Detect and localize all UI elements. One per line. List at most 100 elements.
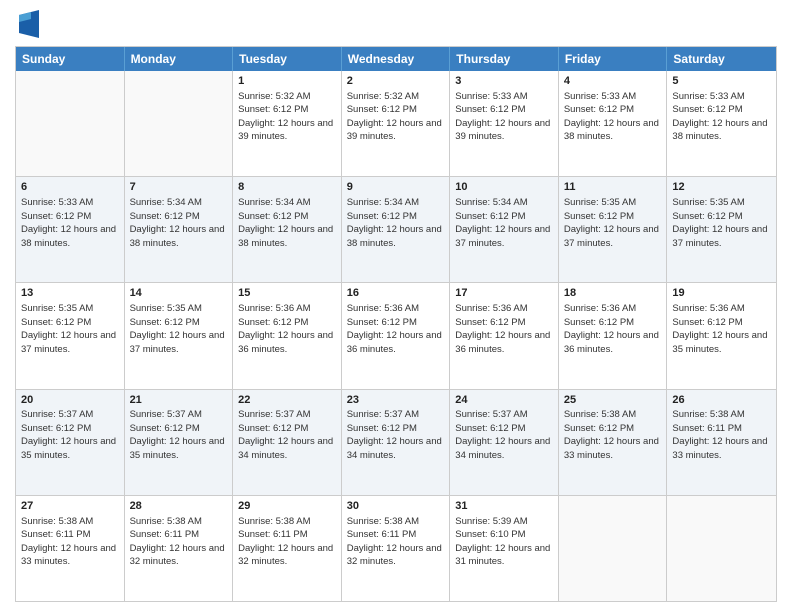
cell-details: Sunrise: 5:34 AM Sunset: 6:12 PM Dayligh…: [238, 197, 336, 249]
calendar-cell: 10 Sunrise: 5:34 AM Sunset: 6:12 PM Dayli…: [450, 177, 559, 282]
calendar-cell: 1 Sunrise: 5:32 AM Sunset: 6:12 PM Daylig…: [233, 71, 342, 176]
calendar-cell: 24Sunrise: 5:37 AM Sunset: 6:12 PM Dayli…: [450, 390, 559, 495]
calendar-cell: 6Sunrise: 5:33 AM Sunset: 6:12 PM Daylig…: [16, 177, 125, 282]
day-number: 16: [347, 286, 445, 301]
calendar-cell: 26Sunrise: 5:38 AM Sunset: 6:11 PM Dayli…: [667, 390, 776, 495]
calendar-cell: [667, 496, 776, 601]
day-number: 24: [455, 393, 553, 408]
logo: [15, 10, 39, 38]
cell-details: Sunrise: 5:32 AM Sunset: 6:12 PM Dayligh…: [347, 91, 445, 143]
weekday-header: Thursday: [450, 47, 559, 71]
calendar-cell: 7 Sunrise: 5:34 AM Sunset: 6:12 PM Daylig…: [125, 177, 234, 282]
cell-details: Sunrise: 5:34 AM Sunset: 6:12 PM Dayligh…: [130, 197, 228, 249]
day-number: 25: [564, 393, 662, 408]
cell-details: Sunrise: 5:39 AM Sunset: 6:10 PM Dayligh…: [455, 516, 553, 568]
day-number: 7: [130, 180, 228, 195]
calendar-cell: 2 Sunrise: 5:32 AM Sunset: 6:12 PM Daylig…: [342, 71, 451, 176]
calendar-cell: 21Sunrise: 5:37 AM Sunset: 6:12 PM Dayli…: [125, 390, 234, 495]
calendar-cell: 17 Sunrise: 5:36 AM Sunset: 6:12 PM Dayli…: [450, 283, 559, 388]
calendar-cell: 25Sunrise: 5:38 AM Sunset: 6:12 PM Dayli…: [559, 390, 668, 495]
calendar-row: 1 Sunrise: 5:32 AM Sunset: 6:12 PM Daylig…: [16, 71, 776, 177]
day-number: 12: [672, 180, 771, 195]
cell-details: Sunrise: 5:37 AM Sunset: 6:12 PM Dayligh…: [21, 409, 119, 461]
cell-details: Sunrise: 5:32 AM Sunset: 6:12 PM Dayligh…: [238, 91, 336, 143]
cell-details: Sunrise: 5:38 AM Sunset: 6:12 PM Dayligh…: [564, 409, 662, 461]
day-number: 28: [130, 499, 228, 514]
cell-details: Sunrise: 5:37 AM Sunset: 6:12 PM Dayligh…: [130, 409, 228, 461]
cell-details: Sunrise: 5:33 AM Sunset: 6:12 PM Dayligh…: [672, 91, 770, 143]
calendar-cell: 4Sunrise: 5:33 AM Sunset: 6:12 PM Daylig…: [559, 71, 668, 176]
day-number: 18: [564, 286, 662, 301]
day-number: 5: [672, 74, 771, 89]
calendar-cell: 11 Sunrise: 5:35 AM Sunset: 6:12 PM Dayli…: [559, 177, 668, 282]
calendar-cell: 30 Sunrise: 5:38 AM Sunset: 6:11 PM Dayli…: [342, 496, 451, 601]
day-number: 26: [672, 393, 771, 408]
calendar-row: 6Sunrise: 5:33 AM Sunset: 6:12 PM Daylig…: [16, 177, 776, 283]
calendar-cell: 18 Sunrise: 5:36 AM Sunset: 6:12 PM Dayli…: [559, 283, 668, 388]
weekday-header: Saturday: [667, 47, 776, 71]
day-number: 19: [672, 286, 771, 301]
day-number: 2: [347, 74, 445, 89]
calendar: SundayMondayTuesdayWednesdayThursdayFrid…: [15, 46, 777, 602]
calendar-cell: 28 Sunrise: 5:38 AM Sunset: 6:11 PM Dayli…: [125, 496, 234, 601]
cell-details: Sunrise: 5:33 AM Sunset: 6:12 PM Dayligh…: [21, 197, 119, 249]
logo-icon: [19, 10, 39, 38]
cell-details: Sunrise: 5:38 AM Sunset: 6:11 PM Dayligh…: [130, 516, 228, 568]
calendar-cell: 9 Sunrise: 5:34 AM Sunset: 6:12 PM Daylig…: [342, 177, 451, 282]
cell-details: Sunrise: 5:36 AM Sunset: 6:12 PM Dayligh…: [238, 303, 336, 355]
day-number: 15: [238, 286, 336, 301]
cell-details: Sunrise: 5:37 AM Sunset: 6:12 PM Dayligh…: [347, 409, 445, 461]
cell-details: Sunrise: 5:36 AM Sunset: 6:12 PM Dayligh…: [455, 303, 553, 355]
cell-details: Sunrise: 5:34 AM Sunset: 6:12 PM Dayligh…: [455, 197, 553, 249]
day-number: 9: [347, 180, 445, 195]
day-number: 22: [238, 393, 336, 408]
page: SundayMondayTuesdayWednesdayThursdayFrid…: [0, 0, 792, 612]
day-number: 29: [238, 499, 336, 514]
calendar-cell: 15 Sunrise: 5:36 AM Sunset: 6:12 PM Dayli…: [233, 283, 342, 388]
day-number: 20: [21, 393, 119, 408]
calendar-cell: 29 Sunrise: 5:38 AM Sunset: 6:11 PM Dayli…: [233, 496, 342, 601]
header: [15, 10, 777, 38]
day-number: 10: [455, 180, 553, 195]
calendar-cell: 12 Sunrise: 5:35 AM Sunset: 6:12 PM Dayli…: [667, 177, 776, 282]
calendar-body: 1 Sunrise: 5:32 AM Sunset: 6:12 PM Daylig…: [16, 71, 776, 601]
cell-details: Sunrise: 5:34 AM Sunset: 6:12 PM Dayligh…: [347, 197, 445, 249]
calendar-row: 20Sunrise: 5:37 AM Sunset: 6:12 PM Dayli…: [16, 390, 776, 496]
calendar-cell: 14Sunrise: 5:35 AM Sunset: 6:12 PM Dayli…: [125, 283, 234, 388]
day-number: 17: [455, 286, 553, 301]
cell-details: Sunrise: 5:36 AM Sunset: 6:12 PM Dayligh…: [564, 303, 662, 355]
weekday-header: Monday: [125, 47, 234, 71]
cell-details: Sunrise: 5:36 AM Sunset: 6:12 PM Dayligh…: [347, 303, 445, 355]
cell-details: Sunrise: 5:36 AM Sunset: 6:12 PM Dayligh…: [672, 303, 770, 355]
cell-details: Sunrise: 5:35 AM Sunset: 6:12 PM Dayligh…: [21, 303, 119, 355]
weekday-header: Tuesday: [233, 47, 342, 71]
cell-details: Sunrise: 5:33 AM Sunset: 6:12 PM Dayligh…: [564, 91, 662, 143]
cell-details: Sunrise: 5:37 AM Sunset: 6:12 PM Dayligh…: [455, 409, 553, 461]
day-number: 21: [130, 393, 228, 408]
cell-details: Sunrise: 5:38 AM Sunset: 6:11 PM Dayligh…: [21, 516, 119, 568]
weekday-header: Wednesday: [342, 47, 451, 71]
cell-details: Sunrise: 5:35 AM Sunset: 6:12 PM Dayligh…: [564, 197, 662, 249]
day-number: 1: [238, 74, 336, 89]
cell-details: Sunrise: 5:35 AM Sunset: 6:12 PM Dayligh…: [130, 303, 228, 355]
calendar-cell: 27 Sunrise: 5:38 AM Sunset: 6:11 PM Dayli…: [16, 496, 125, 601]
cell-details: Sunrise: 5:38 AM Sunset: 6:11 PM Dayligh…: [238, 516, 336, 568]
calendar-cell: 3 Sunrise: 5:33 AM Sunset: 6:12 PM Daylig…: [450, 71, 559, 176]
cell-details: Sunrise: 5:35 AM Sunset: 6:12 PM Dayligh…: [672, 197, 770, 249]
calendar-cell: 8Sunrise: 5:34 AM Sunset: 6:12 PM Daylig…: [233, 177, 342, 282]
calendar-cell: 31 Sunrise: 5:39 AM Sunset: 6:10 PM Dayli…: [450, 496, 559, 601]
calendar-cell: 22Sunrise: 5:37 AM Sunset: 6:12 PM Dayli…: [233, 390, 342, 495]
day-number: 3: [455, 74, 553, 89]
cell-details: Sunrise: 5:33 AM Sunset: 6:12 PM Dayligh…: [455, 91, 553, 143]
calendar-cell: 19 Sunrise: 5:36 AM Sunset: 6:12 PM Dayli…: [667, 283, 776, 388]
calendar-header: SundayMondayTuesdayWednesdayThursdayFrid…: [16, 47, 776, 71]
cell-details: Sunrise: 5:38 AM Sunset: 6:11 PM Dayligh…: [347, 516, 445, 568]
weekday-header: Sunday: [16, 47, 125, 71]
day-number: 31: [455, 499, 553, 514]
day-number: 11: [564, 180, 662, 195]
calendar-row: 27 Sunrise: 5:38 AM Sunset: 6:11 PM Dayli…: [16, 496, 776, 601]
calendar-cell: 13Sunrise: 5:35 AM Sunset: 6:12 PM Dayli…: [16, 283, 125, 388]
day-number: 27: [21, 499, 119, 514]
cell-details: Sunrise: 5:37 AM Sunset: 6:12 PM Dayligh…: [238, 409, 336, 461]
day-number: 30: [347, 499, 445, 514]
